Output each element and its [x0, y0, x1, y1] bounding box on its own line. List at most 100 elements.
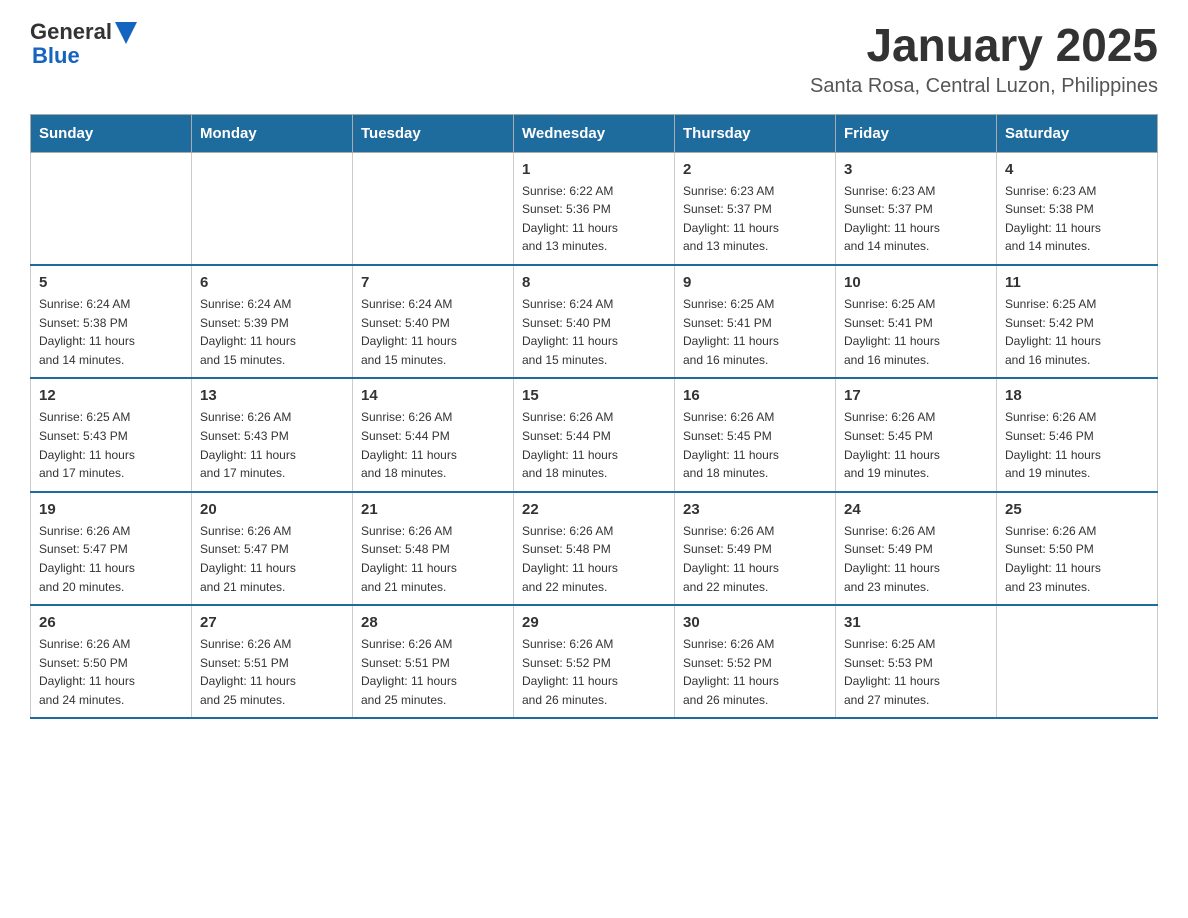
day-info: Sunrise: 6:25 AM Sunset: 5:42 PM Dayligh… — [1005, 295, 1149, 369]
day-number: 10 — [844, 274, 988, 291]
calendar-table: SundayMondayTuesdayWednesdayThursdayFrid… — [30, 114, 1158, 720]
day-info: Sunrise: 6:22 AM Sunset: 5:36 PM Dayligh… — [522, 182, 666, 256]
calendar-day-10: 10Sunrise: 6:25 AM Sunset: 5:41 PM Dayli… — [836, 265, 997, 378]
calendar-day-18: 18 Sunrise: 6:26 AM Sunset: 5:46 PM Dayli… — [997, 378, 1158, 491]
day-number: 23 — [683, 501, 827, 518]
calendar-day-17: 17 Sunrise: 6:26 AM Sunset: 5:45 PM Dayli… — [836, 378, 997, 491]
day-number: 29 — [522, 614, 666, 631]
day-number: 3 — [844, 161, 988, 178]
day-info: Sunrise: 6:23 AM Sunset: 5:38 PM Dayligh… — [1005, 182, 1149, 256]
day-number: 1 — [522, 161, 666, 178]
calendar-empty-cell — [353, 152, 514, 265]
calendar-day-25: 25 Sunrise: 6:26 AM Sunset: 5:50 PM Dayli… — [997, 492, 1158, 605]
day-number: 2 — [683, 161, 827, 178]
calendar-day-26: 26Sunrise: 6:26 AM Sunset: 5:50 PM Dayli… — [31, 605, 192, 718]
day-number: 18 — [1005, 387, 1149, 404]
calendar-empty-cell — [31, 152, 192, 265]
day-number: 31 — [844, 614, 988, 631]
day-number: 19 — [39, 501, 183, 518]
logo-general-text: General — [30, 20, 112, 44]
calendar-day-30: 30 Sunrise: 6:26 AM Sunset: 5:52 PM Dayli… — [675, 605, 836, 718]
day-info: Sunrise: 6:24 AM Sunset: 5:38 PM Dayligh… — [39, 295, 183, 369]
day-info: Sunrise: 6:24 AM Sunset: 5:39 PM Dayligh… — [200, 295, 344, 369]
logo-blue-text: Blue — [32, 44, 137, 68]
day-number: 22 — [522, 501, 666, 518]
calendar-empty-cell — [192, 152, 353, 265]
calendar-day-8: 8Sunrise: 6:24 AM Sunset: 5:40 PM Daylig… — [514, 265, 675, 378]
day-number: 12 — [39, 387, 183, 404]
calendar-empty-cell — [997, 605, 1158, 718]
column-header-thursday: Thursday — [675, 114, 836, 152]
calendar-day-5: 5 Sunrise: 6:24 AM Sunset: 5:38 PM Daylig… — [31, 265, 192, 378]
day-info: Sunrise: 6:26 AM Sunset: 5:46 PM Dayligh… — [1005, 408, 1149, 482]
day-info: Sunrise: 6:24 AM Sunset: 5:40 PM Dayligh… — [361, 295, 505, 369]
day-info: Sunrise: 6:26 AM Sunset: 5:50 PM Dayligh… — [1005, 522, 1149, 596]
column-header-saturday: Saturday — [997, 114, 1158, 152]
day-number: 21 — [361, 501, 505, 518]
calendar-day-21: 21Sunrise: 6:26 AM Sunset: 5:48 PM Dayli… — [353, 492, 514, 605]
column-header-tuesday: Tuesday — [353, 114, 514, 152]
logo: General Blue — [30, 20, 137, 68]
column-header-wednesday: Wednesday — [514, 114, 675, 152]
day-number: 11 — [1005, 274, 1149, 291]
calendar-day-31: 31 Sunrise: 6:25 AM Sunset: 5:53 PM Dayli… — [836, 605, 997, 718]
day-info: Sunrise: 6:26 AM Sunset: 5:51 PM Dayligh… — [361, 635, 505, 709]
day-info: Sunrise: 6:26 AM Sunset: 5:52 PM Dayligh… — [522, 635, 666, 709]
day-number: 15 — [522, 387, 666, 404]
calendar-day-29: 29 Sunrise: 6:26 AM Sunset: 5:52 PM Dayli… — [514, 605, 675, 718]
calendar-day-19: 19 Sunrise: 6:26 AM Sunset: 5:47 PM Dayli… — [31, 492, 192, 605]
calendar-day-22: 22 Sunrise: 6:26 AM Sunset: 5:48 PM Dayli… — [514, 492, 675, 605]
calendar-day-3: 3Sunrise: 6:23 AM Sunset: 5:37 PM Daylig… — [836, 152, 997, 265]
calendar-day-15: 15 Sunrise: 6:26 AM Sunset: 5:44 PM Dayli… — [514, 378, 675, 491]
day-info: Sunrise: 6:26 AM Sunset: 5:47 PM Dayligh… — [39, 522, 183, 596]
page-header: General Blue January 2025 Santa Rosa, Ce… — [30, 20, 1158, 98]
day-number: 28 — [361, 614, 505, 631]
day-info: Sunrise: 6:25 AM Sunset: 5:53 PM Dayligh… — [844, 635, 988, 709]
column-header-friday: Friday — [836, 114, 997, 152]
calendar-day-20: 20 Sunrise: 6:26 AM Sunset: 5:47 PM Dayli… — [192, 492, 353, 605]
column-header-sunday: Sunday — [31, 114, 192, 152]
calendar-day-14: 14 Sunrise: 6:26 AM Sunset: 5:44 PM Dayli… — [353, 378, 514, 491]
day-number: 5 — [39, 274, 183, 291]
calendar-header-row: SundayMondayTuesdayWednesdayThursdayFrid… — [31, 114, 1158, 152]
month-year-title: January 2025 — [810, 20, 1158, 71]
day-info: Sunrise: 6:25 AM Sunset: 5:43 PM Dayligh… — [39, 408, 183, 482]
day-number: 6 — [200, 274, 344, 291]
day-number: 16 — [683, 387, 827, 404]
day-info: Sunrise: 6:26 AM Sunset: 5:52 PM Dayligh… — [683, 635, 827, 709]
day-info: Sunrise: 6:26 AM Sunset: 5:48 PM Dayligh… — [522, 522, 666, 596]
logo-triangle-icon — [115, 22, 137, 44]
day-info: Sunrise: 6:25 AM Sunset: 5:41 PM Dayligh… — [683, 295, 827, 369]
column-header-monday: Monday — [192, 114, 353, 152]
day-number: 13 — [200, 387, 344, 404]
calendar-week-row: 26Sunrise: 6:26 AM Sunset: 5:50 PM Dayli… — [31, 605, 1158, 718]
calendar-day-11: 11 Sunrise: 6:25 AM Sunset: 5:42 PM Dayli… — [997, 265, 1158, 378]
calendar-week-row: 19 Sunrise: 6:26 AM Sunset: 5:47 PM Dayli… — [31, 492, 1158, 605]
location-subtitle: Santa Rosa, Central Luzon, Philippines — [810, 75, 1158, 98]
day-number: 27 — [200, 614, 344, 631]
day-number: 17 — [844, 387, 988, 404]
day-info: Sunrise: 6:26 AM Sunset: 5:44 PM Dayligh… — [361, 408, 505, 482]
calendar-day-16: 16 Sunrise: 6:26 AM Sunset: 5:45 PM Dayli… — [675, 378, 836, 491]
day-info: Sunrise: 6:26 AM Sunset: 5:51 PM Dayligh… — [200, 635, 344, 709]
day-number: 20 — [200, 501, 344, 518]
day-number: 9 — [683, 274, 827, 291]
day-info: Sunrise: 6:24 AM Sunset: 5:40 PM Dayligh… — [522, 295, 666, 369]
calendar-day-1: 1 Sunrise: 6:22 AM Sunset: 5:36 PM Daylig… — [514, 152, 675, 265]
calendar-day-2: 2 Sunrise: 6:23 AM Sunset: 5:37 PM Daylig… — [675, 152, 836, 265]
day-number: 7 — [361, 274, 505, 291]
day-info: Sunrise: 6:23 AM Sunset: 5:37 PM Dayligh… — [683, 182, 827, 256]
calendar-day-12: 12 Sunrise: 6:25 AM Sunset: 5:43 PM Dayli… — [31, 378, 192, 491]
calendar-day-6: 6 Sunrise: 6:24 AM Sunset: 5:39 PM Daylig… — [192, 265, 353, 378]
calendar-day-9: 9 Sunrise: 6:25 AM Sunset: 5:41 PM Daylig… — [675, 265, 836, 378]
day-info: Sunrise: 6:26 AM Sunset: 5:50 PM Dayligh… — [39, 635, 183, 709]
day-info: Sunrise: 6:26 AM Sunset: 5:44 PM Dayligh… — [522, 408, 666, 482]
day-number: 30 — [683, 614, 827, 631]
calendar-week-row: 5 Sunrise: 6:24 AM Sunset: 5:38 PM Daylig… — [31, 265, 1158, 378]
day-info: Sunrise: 6:26 AM Sunset: 5:47 PM Dayligh… — [200, 522, 344, 596]
day-number: 25 — [1005, 501, 1149, 518]
calendar-day-13: 13Sunrise: 6:26 AM Sunset: 5:43 PM Dayli… — [192, 378, 353, 491]
day-number: 14 — [361, 387, 505, 404]
day-info: Sunrise: 6:26 AM Sunset: 5:45 PM Dayligh… — [844, 408, 988, 482]
day-info: Sunrise: 6:26 AM Sunset: 5:45 PM Dayligh… — [683, 408, 827, 482]
